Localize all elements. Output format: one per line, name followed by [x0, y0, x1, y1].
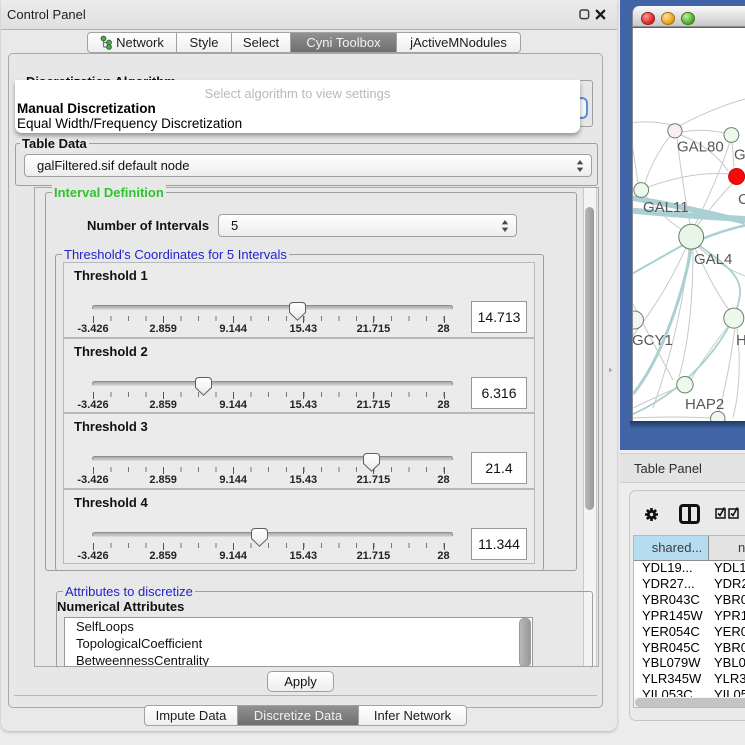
svg-text:GAL80: GAL80: [677, 139, 724, 156]
svg-text:GA: GA: [734, 147, 745, 164]
svg-text:HAP2: HAP2: [685, 396, 724, 413]
svg-text:H: H: [736, 332, 745, 349]
svg-text:GAL4: GAL4: [694, 251, 732, 268]
svg-text:GCY1: GCY1: [633, 332, 673, 349]
svg-text:GAL11: GAL11: [643, 199, 689, 216]
svg-text:C: C: [738, 191, 745, 208]
